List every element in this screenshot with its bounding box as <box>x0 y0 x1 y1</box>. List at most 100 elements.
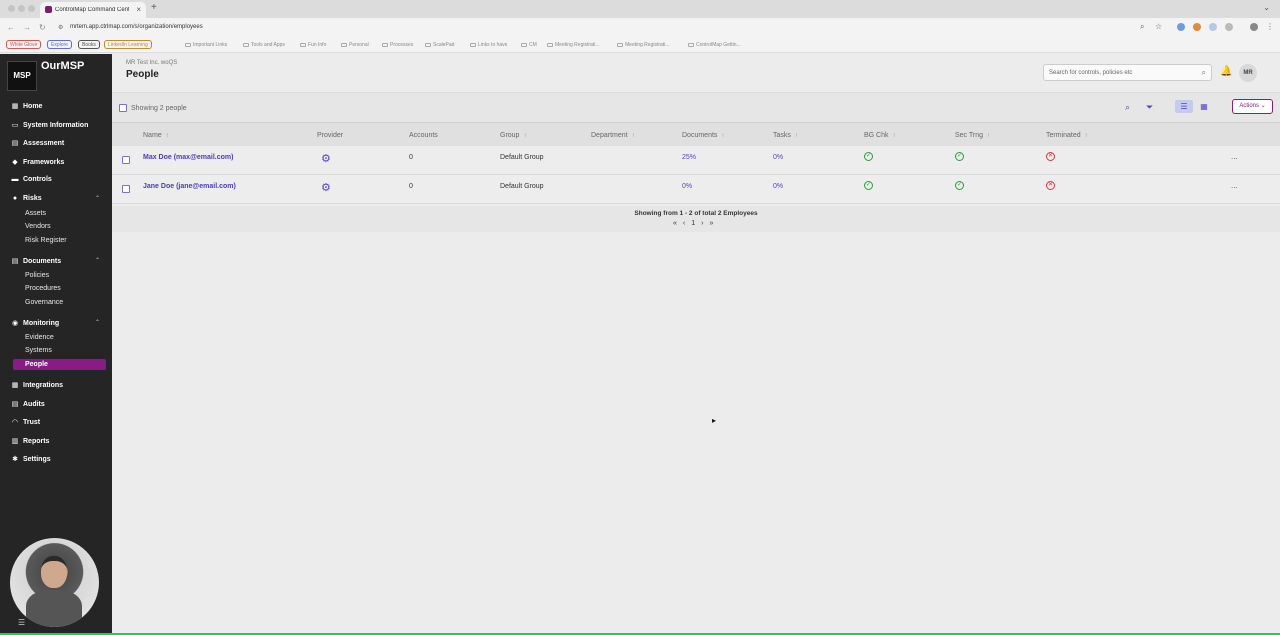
bookmark-chip[interactable]: White Glove <box>6 40 42 49</box>
sidebar-item-audits[interactable]: ▤ Audits <box>11 400 45 408</box>
bookmark-star-icon[interactable]: ☆ <box>1155 22 1162 31</box>
window-minimize-dot[interactable] <box>18 5 25 12</box>
next-page-button[interactable]: › <box>701 220 703 227</box>
first-page-button[interactable]: « <box>673 220 677 227</box>
reload-icon[interactable]: ↻ <box>39 23 46 32</box>
provider-gear-icon[interactable]: ⚙ <box>321 152 331 165</box>
column-department[interactable]: Department ↑ <box>591 132 635 139</box>
sidebar-item-people[interactable]: People <box>13 359 106 370</box>
table-search-icon[interactable]: ⌕ <box>1125 102 1130 113</box>
sidebar-item-system-information[interactable]: ▭ System Information <box>11 121 89 129</box>
table-row[interactable]: Jane Doe (jane@email.com) ⚙ 0 Default Gr… <box>112 175 1280 204</box>
row-checkbox[interactable] <box>122 156 130 164</box>
column-sec-trng[interactable]: Sec Trng ↑ <box>955 132 990 139</box>
list-view-button[interactable]: ☰ <box>1175 100 1193 113</box>
provider-gear-icon[interactable]: ⚙ <box>321 181 331 194</box>
column-documents[interactable]: Documents ↑ <box>682 132 724 139</box>
table-row[interactable]: Max Doe (max@email.com) ⚙ 0 Default Grou… <box>112 146 1280 175</box>
column-provider[interactable]: Provider <box>317 132 343 139</box>
window-close-dot[interactable] <box>8 5 15 12</box>
risks-collapse-icon[interactable]: ⌃ <box>95 195 100 202</box>
sidebar-item-procedures[interactable]: Procedures <box>25 285 61 292</box>
sidebar-item-controls[interactable]: ▬ Controls <box>11 176 52 183</box>
browser-tab[interactable]: ControlMap Command Center × <box>40 2 146 18</box>
sidebar-item-trust[interactable]: ◠ Trust <box>11 418 40 426</box>
tasks-value[interactable]: 0% <box>773 183 783 190</box>
bookmark-chip[interactable]: LinkedIn Learning <box>104 40 152 49</box>
row-more-icon[interactable]: ... <box>1231 152 1238 161</box>
person-name-link[interactable]: Max Doe (max@email.com) <box>143 154 233 161</box>
extension-icon[interactable] <box>1209 23 1217 31</box>
bookmark-item[interactable]: Meeting Registrati... <box>547 42 599 48</box>
window-maximize-dot[interactable] <box>28 5 35 12</box>
bookmark-item[interactable]: Personal <box>341 42 369 48</box>
zoom-icon[interactable]: ⌕ <box>1140 22 1144 32</box>
profile-avatar[interactable] <box>1250 23 1258 31</box>
column-name[interactable]: Name ↑ <box>143 132 169 139</box>
prev-page-button[interactable]: ‹ <box>683 220 685 227</box>
tab-close-icon[interactable]: × <box>136 5 141 14</box>
extension-icon[interactable] <box>1177 23 1185 31</box>
bookmark-item[interactable]: Processes <box>382 42 413 48</box>
search-input[interactable]: Search for controls, policies etc ⌕ <box>1043 64 1212 81</box>
sidebar-item-vendors[interactable]: Vendors <box>25 223 51 230</box>
sidebar-item-reports[interactable]: ▥ Reports <box>11 437 50 445</box>
tree-view-button[interactable]: ▦ <box>1195 100 1213 113</box>
bookmark-chip[interactable]: Books <box>78 40 100 49</box>
extension-icon[interactable] <box>1193 23 1201 31</box>
sidebar-item-systems[interactable]: Systems <box>25 347 52 354</box>
column-tasks[interactable]: Tasks ↑ <box>773 132 798 139</box>
browser-menu-icon[interactable]: ⋮ <box>1266 22 1274 31</box>
tasks-value[interactable]: 0% <box>773 154 783 161</box>
msp-logo[interactable]: MSP <box>7 61 37 91</box>
bookmark-item[interactable]: Fun Info <box>300 42 326 48</box>
new-tab-button[interactable]: + <box>151 2 157 13</box>
forward-icon[interactable]: → <box>23 23 31 32</box>
bookmark-item[interactable]: ScalePad <box>425 42 454 48</box>
row-more-icon[interactable]: ... <box>1231 181 1238 190</box>
sidebar-item-integrations[interactable]: ▦ Integrations <box>11 381 63 389</box>
sidebar-item-governance[interactable]: Governance <box>25 299 63 306</box>
actions-button[interactable]: Actions ⌄ <box>1232 99 1273 114</box>
bell-icon[interactable]: 🔔 <box>1220 66 1232 77</box>
site-info-icon[interactable]: ⚙ <box>58 24 63 31</box>
tab-menu-icon[interactable]: ⌄ <box>1263 3 1270 12</box>
sidebar-item-monitoring[interactable]: ◉ Monitoring <box>11 319 59 327</box>
sidebar-item-risks[interactable]: ● Risks <box>11 195 42 202</box>
documents-collapse-icon[interactable]: ⌃ <box>95 257 100 264</box>
page-number[interactable]: 1 <box>691 220 695 227</box>
bookmark-item[interactable]: Important Links <box>185 42 227 48</box>
sidebar-item-home[interactable]: ▦ Home <box>11 102 43 110</box>
documents-value[interactable]: 0% <box>682 183 692 190</box>
sidebar-item-documents[interactable]: ▤ Documents <box>11 257 61 265</box>
sidebar-item-policies[interactable]: Policies <box>25 272 49 279</box>
documents-value[interactable]: 25% <box>682 154 696 161</box>
extension-icon[interactable] <box>1225 23 1233 31</box>
bookmark-item[interactable]: ControlMap Gettin... <box>688 42 741 48</box>
sidebar-item-assets[interactable]: Assets <box>25 210 46 217</box>
monitoring-collapse-icon[interactable]: ⌃ <box>95 319 100 326</box>
sidebar-item-settings[interactable]: ✱ Settings <box>11 455 51 463</box>
person-name-link[interactable]: Jane Doe (jane@email.com) <box>143 183 236 190</box>
bookmark-item[interactable]: Meeting Registrati... <box>617 42 669 48</box>
sidebar-item-frameworks[interactable]: ◆ Frameworks <box>11 158 64 166</box>
bookmark-chip[interactable]: Explore <box>47 40 72 49</box>
sidebar-item-evidence[interactable]: Evidence <box>25 334 54 341</box>
select-all-checkbox[interactable] <box>119 104 127 112</box>
sidebar-collapse-icon[interactable]: ☰ <box>18 618 25 627</box>
url-field[interactable]: mrtem.app.ctrlmap.com/s/organization/emp… <box>70 24 203 30</box>
sidebar-item-assessment[interactable]: ▤ Assessment <box>11 139 65 147</box>
filter-icon[interactable]: ⏷ <box>1146 102 1153 113</box>
column-terminated[interactable]: Terminated ↑ <box>1046 132 1088 139</box>
sidebar-item-risk-register[interactable]: Risk Register <box>25 237 67 244</box>
column-accounts[interactable]: Accounts <box>409 132 438 139</box>
column-group[interactable]: Group ↑ <box>500 132 526 139</box>
avatar[interactable]: MR <box>1239 64 1257 82</box>
row-checkbox[interactable] <box>122 185 130 193</box>
bookmark-item[interactable]: Tools and Apps <box>243 42 285 48</box>
last-page-button[interactable]: » <box>710 220 714 227</box>
column-bg-chk[interactable]: BG Chk ↑ <box>864 132 896 139</box>
bookmark-item[interactable]: Links to have <box>470 42 507 48</box>
back-icon[interactable]: ← <box>7 23 15 32</box>
bookmark-item[interactable]: CM <box>521 42 537 48</box>
